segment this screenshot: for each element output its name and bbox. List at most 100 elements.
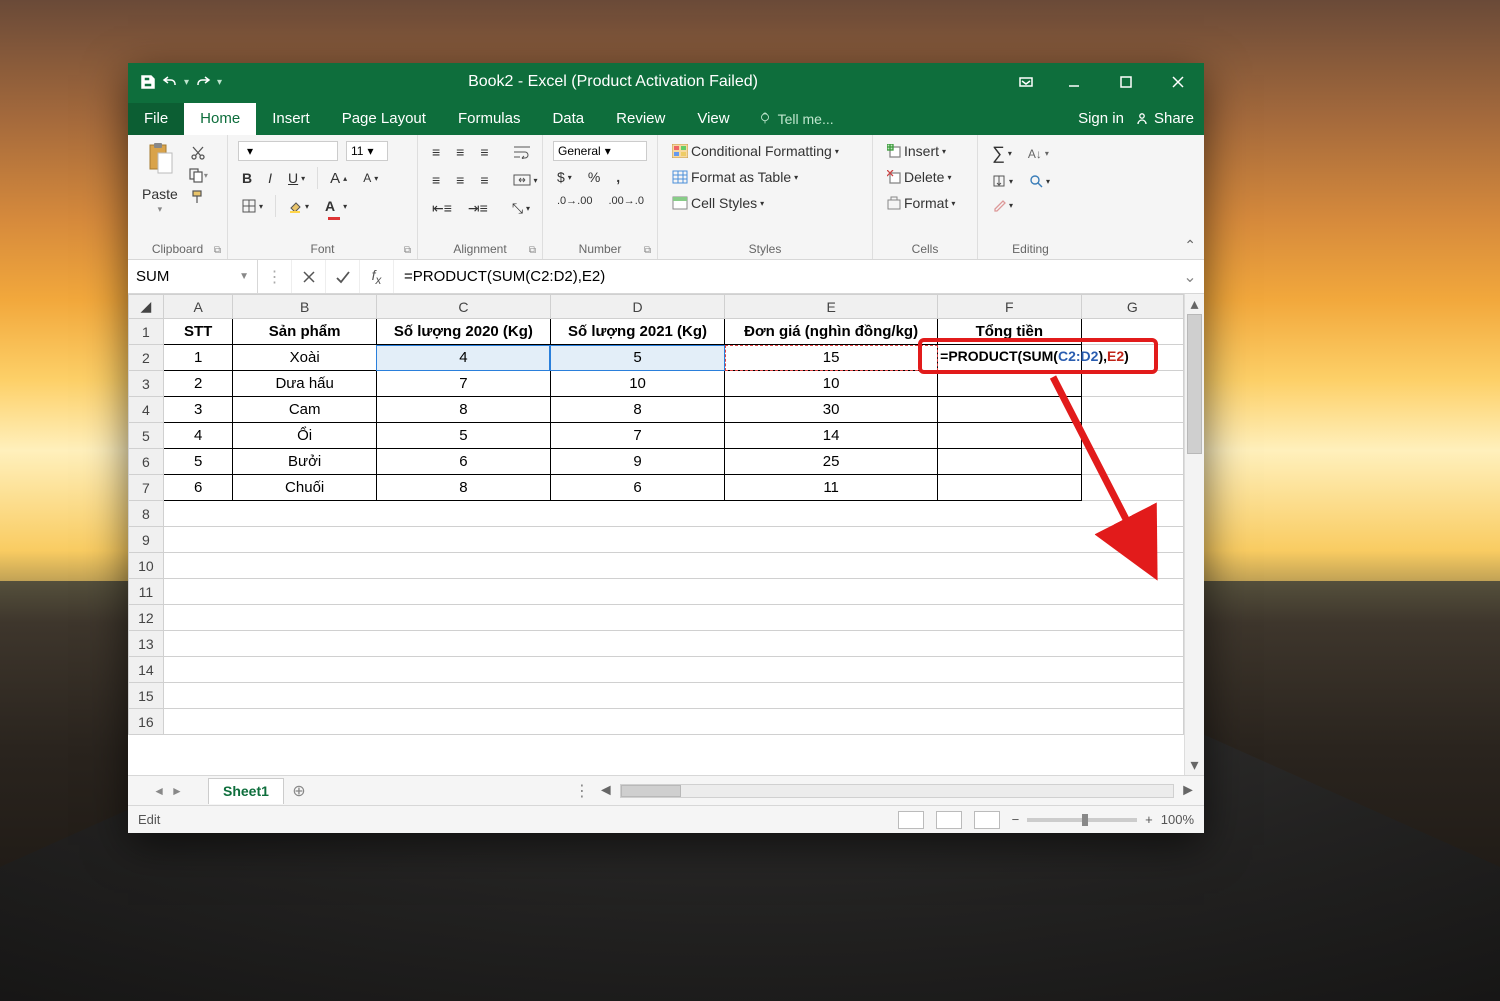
tab-formulas[interactable]: Formulas bbox=[442, 103, 537, 135]
sort-filter-icon[interactable]: A↓ ▾ bbox=[1024, 145, 1053, 163]
row-header[interactable]: 10 bbox=[129, 553, 164, 579]
cell[interactable]: 6 bbox=[550, 475, 724, 501]
merge-center-icon[interactable]: ▾ bbox=[509, 171, 542, 189]
decrease-indent-icon[interactable]: ⇤≡ bbox=[428, 198, 456, 219]
cell[interactable]: Cam bbox=[233, 397, 376, 423]
find-select-icon[interactable]: ▾ bbox=[1025, 172, 1054, 190]
formula-bar[interactable]: =PRODUCT(SUM(C2:D2),E2) bbox=[394, 260, 1176, 293]
cell[interactable]: 5 bbox=[550, 345, 724, 371]
maximize-button[interactable] bbox=[1100, 63, 1152, 101]
scroll-down-icon[interactable]: ▾ bbox=[1185, 755, 1204, 775]
cell[interactable] bbox=[1081, 475, 1183, 501]
insert-function-button[interactable]: fx bbox=[360, 260, 394, 293]
cell[interactable]: Dưa hấu bbox=[233, 371, 376, 397]
cell[interactable]: 8 bbox=[376, 475, 550, 501]
autosum-icon[interactable]: ∑ ▾ bbox=[988, 141, 1016, 166]
format-painter-icon[interactable] bbox=[188, 189, 208, 205]
italic-button[interactable]: I bbox=[264, 168, 276, 188]
col-header-G[interactable]: G bbox=[1081, 295, 1183, 319]
tab-review[interactable]: Review bbox=[600, 103, 681, 135]
cell[interactable] bbox=[938, 397, 1081, 423]
cell[interactable]: 4 bbox=[163, 423, 233, 449]
cell[interactable]: Số lượng 2021 (Kg) bbox=[550, 319, 724, 345]
cell[interactable]: 5 bbox=[376, 423, 550, 449]
cell[interactable]: Số lượng 2020 (Kg) bbox=[376, 319, 550, 345]
hscroll-right-icon[interactable]: ► bbox=[1180, 782, 1196, 800]
wrap-text-icon[interactable] bbox=[509, 143, 535, 161]
cell[interactable]: 10 bbox=[725, 371, 938, 397]
row-header[interactable]: 13 bbox=[129, 631, 164, 657]
cell[interactable] bbox=[163, 709, 1183, 735]
row-header[interactable]: 16 bbox=[129, 709, 164, 735]
row-header[interactable]: 5 bbox=[129, 423, 164, 449]
tab-nav-prev-icon[interactable]: ◄ bbox=[153, 784, 165, 798]
grow-font-button[interactable]: A▴ bbox=[326, 168, 351, 189]
cell[interactable]: 11 bbox=[725, 475, 938, 501]
cell[interactable]: Chuối bbox=[233, 475, 376, 501]
cell[interactable]: 5 bbox=[163, 449, 233, 475]
cell[interactable]: 2 bbox=[163, 371, 233, 397]
cell[interactable]: 9 bbox=[550, 449, 724, 475]
cell[interactable]: 10 bbox=[550, 371, 724, 397]
cut-icon[interactable] bbox=[188, 145, 208, 161]
font-dialog-icon[interactable]: ⧉ bbox=[404, 245, 411, 256]
share-button[interactable]: Share bbox=[1134, 110, 1194, 127]
align-bottom-icon[interactable]: ≡ bbox=[476, 142, 492, 162]
copy-icon[interactable]: ▾ bbox=[188, 167, 208, 183]
name-box[interactable]: SUM ▼ bbox=[128, 260, 258, 293]
row-header[interactable]: 14 bbox=[129, 657, 164, 683]
cell[interactable] bbox=[163, 605, 1183, 631]
decrease-decimal-icon[interactable]: .00→.0 bbox=[604, 193, 647, 209]
cell[interactable] bbox=[1081, 423, 1183, 449]
undo-icon[interactable] bbox=[162, 74, 178, 90]
font-name-select[interactable]: ▾ bbox=[238, 141, 338, 161]
cell[interactable]: 3 bbox=[163, 397, 233, 423]
cell[interactable]: Sản phẩm bbox=[233, 319, 376, 345]
redo-icon[interactable] bbox=[195, 74, 211, 90]
tab-page-layout[interactable]: Page Layout bbox=[326, 103, 442, 135]
cell[interactable]: 4 bbox=[376, 345, 550, 371]
col-header-C[interactable]: C bbox=[376, 295, 550, 319]
cell[interactable] bbox=[163, 657, 1183, 683]
add-sheet-button[interactable]: ⊕ bbox=[284, 781, 314, 801]
sign-in-link[interactable]: Sign in bbox=[1078, 110, 1124, 127]
close-button[interactable] bbox=[1152, 63, 1204, 101]
tab-nav-next-icon[interactable]: ► bbox=[171, 784, 183, 798]
view-page-break-icon[interactable] bbox=[974, 811, 1000, 829]
number-format-select[interactable]: General▾ bbox=[553, 141, 647, 161]
row-header[interactable]: 7 bbox=[129, 475, 164, 501]
vertical-scrollbar[interactable]: ▴ ▾ bbox=[1184, 294, 1204, 775]
cell[interactable]: 7 bbox=[376, 371, 550, 397]
cell[interactable]: 25 bbox=[725, 449, 938, 475]
orientation-icon[interactable]: ⤡ ▾ bbox=[508, 198, 534, 219]
fill-color-button[interactable]: ▾ bbox=[284, 197, 313, 215]
cell[interactable] bbox=[1081, 371, 1183, 397]
cell[interactable]: Bưởi bbox=[233, 449, 376, 475]
cell[interactable]: 6 bbox=[163, 475, 233, 501]
tab-view[interactable]: View bbox=[681, 103, 745, 135]
comma-format-icon[interactable]: , bbox=[612, 167, 624, 187]
scroll-up-icon[interactable]: ▴ bbox=[1185, 294, 1204, 314]
cell[interactable]: Tổng tiền bbox=[938, 319, 1081, 345]
cell[interactable]: 6 bbox=[376, 449, 550, 475]
align-center-icon[interactable]: ≡ bbox=[452, 170, 468, 190]
cell[interactable] bbox=[938, 449, 1081, 475]
cell[interactable]: STT bbox=[163, 319, 233, 345]
row-header[interactable]: 12 bbox=[129, 605, 164, 631]
font-size-select[interactable]: 11▾ bbox=[346, 141, 388, 161]
row-header[interactable]: 2 bbox=[129, 345, 164, 371]
cell[interactable]: 30 bbox=[725, 397, 938, 423]
align-top-icon[interactable]: ≡ bbox=[428, 142, 444, 162]
spreadsheet-grid[interactable]: ◢ A B C D E F G 1 STT Sản phẩm Số lượng … bbox=[128, 294, 1184, 775]
align-right-icon[interactable]: ≡ bbox=[476, 170, 492, 190]
view-normal-icon[interactable] bbox=[898, 811, 924, 829]
tab-insert[interactable]: Insert bbox=[256, 103, 326, 135]
col-header-D[interactable]: D bbox=[550, 295, 724, 319]
scrollbar-thumb[interactable] bbox=[1187, 314, 1202, 454]
cell[interactable] bbox=[938, 371, 1081, 397]
collapse-ribbon-icon[interactable]: ⌃ bbox=[1184, 237, 1196, 254]
hscroll-left-icon[interactable]: ◄ bbox=[598, 782, 614, 800]
number-dialog-icon[interactable]: ⧉ bbox=[644, 245, 651, 256]
ribbon-options-icon[interactable] bbox=[1004, 74, 1048, 90]
active-cell[interactable]: =PRODUCT(SUM(C2:D2),E2) bbox=[938, 345, 1081, 371]
